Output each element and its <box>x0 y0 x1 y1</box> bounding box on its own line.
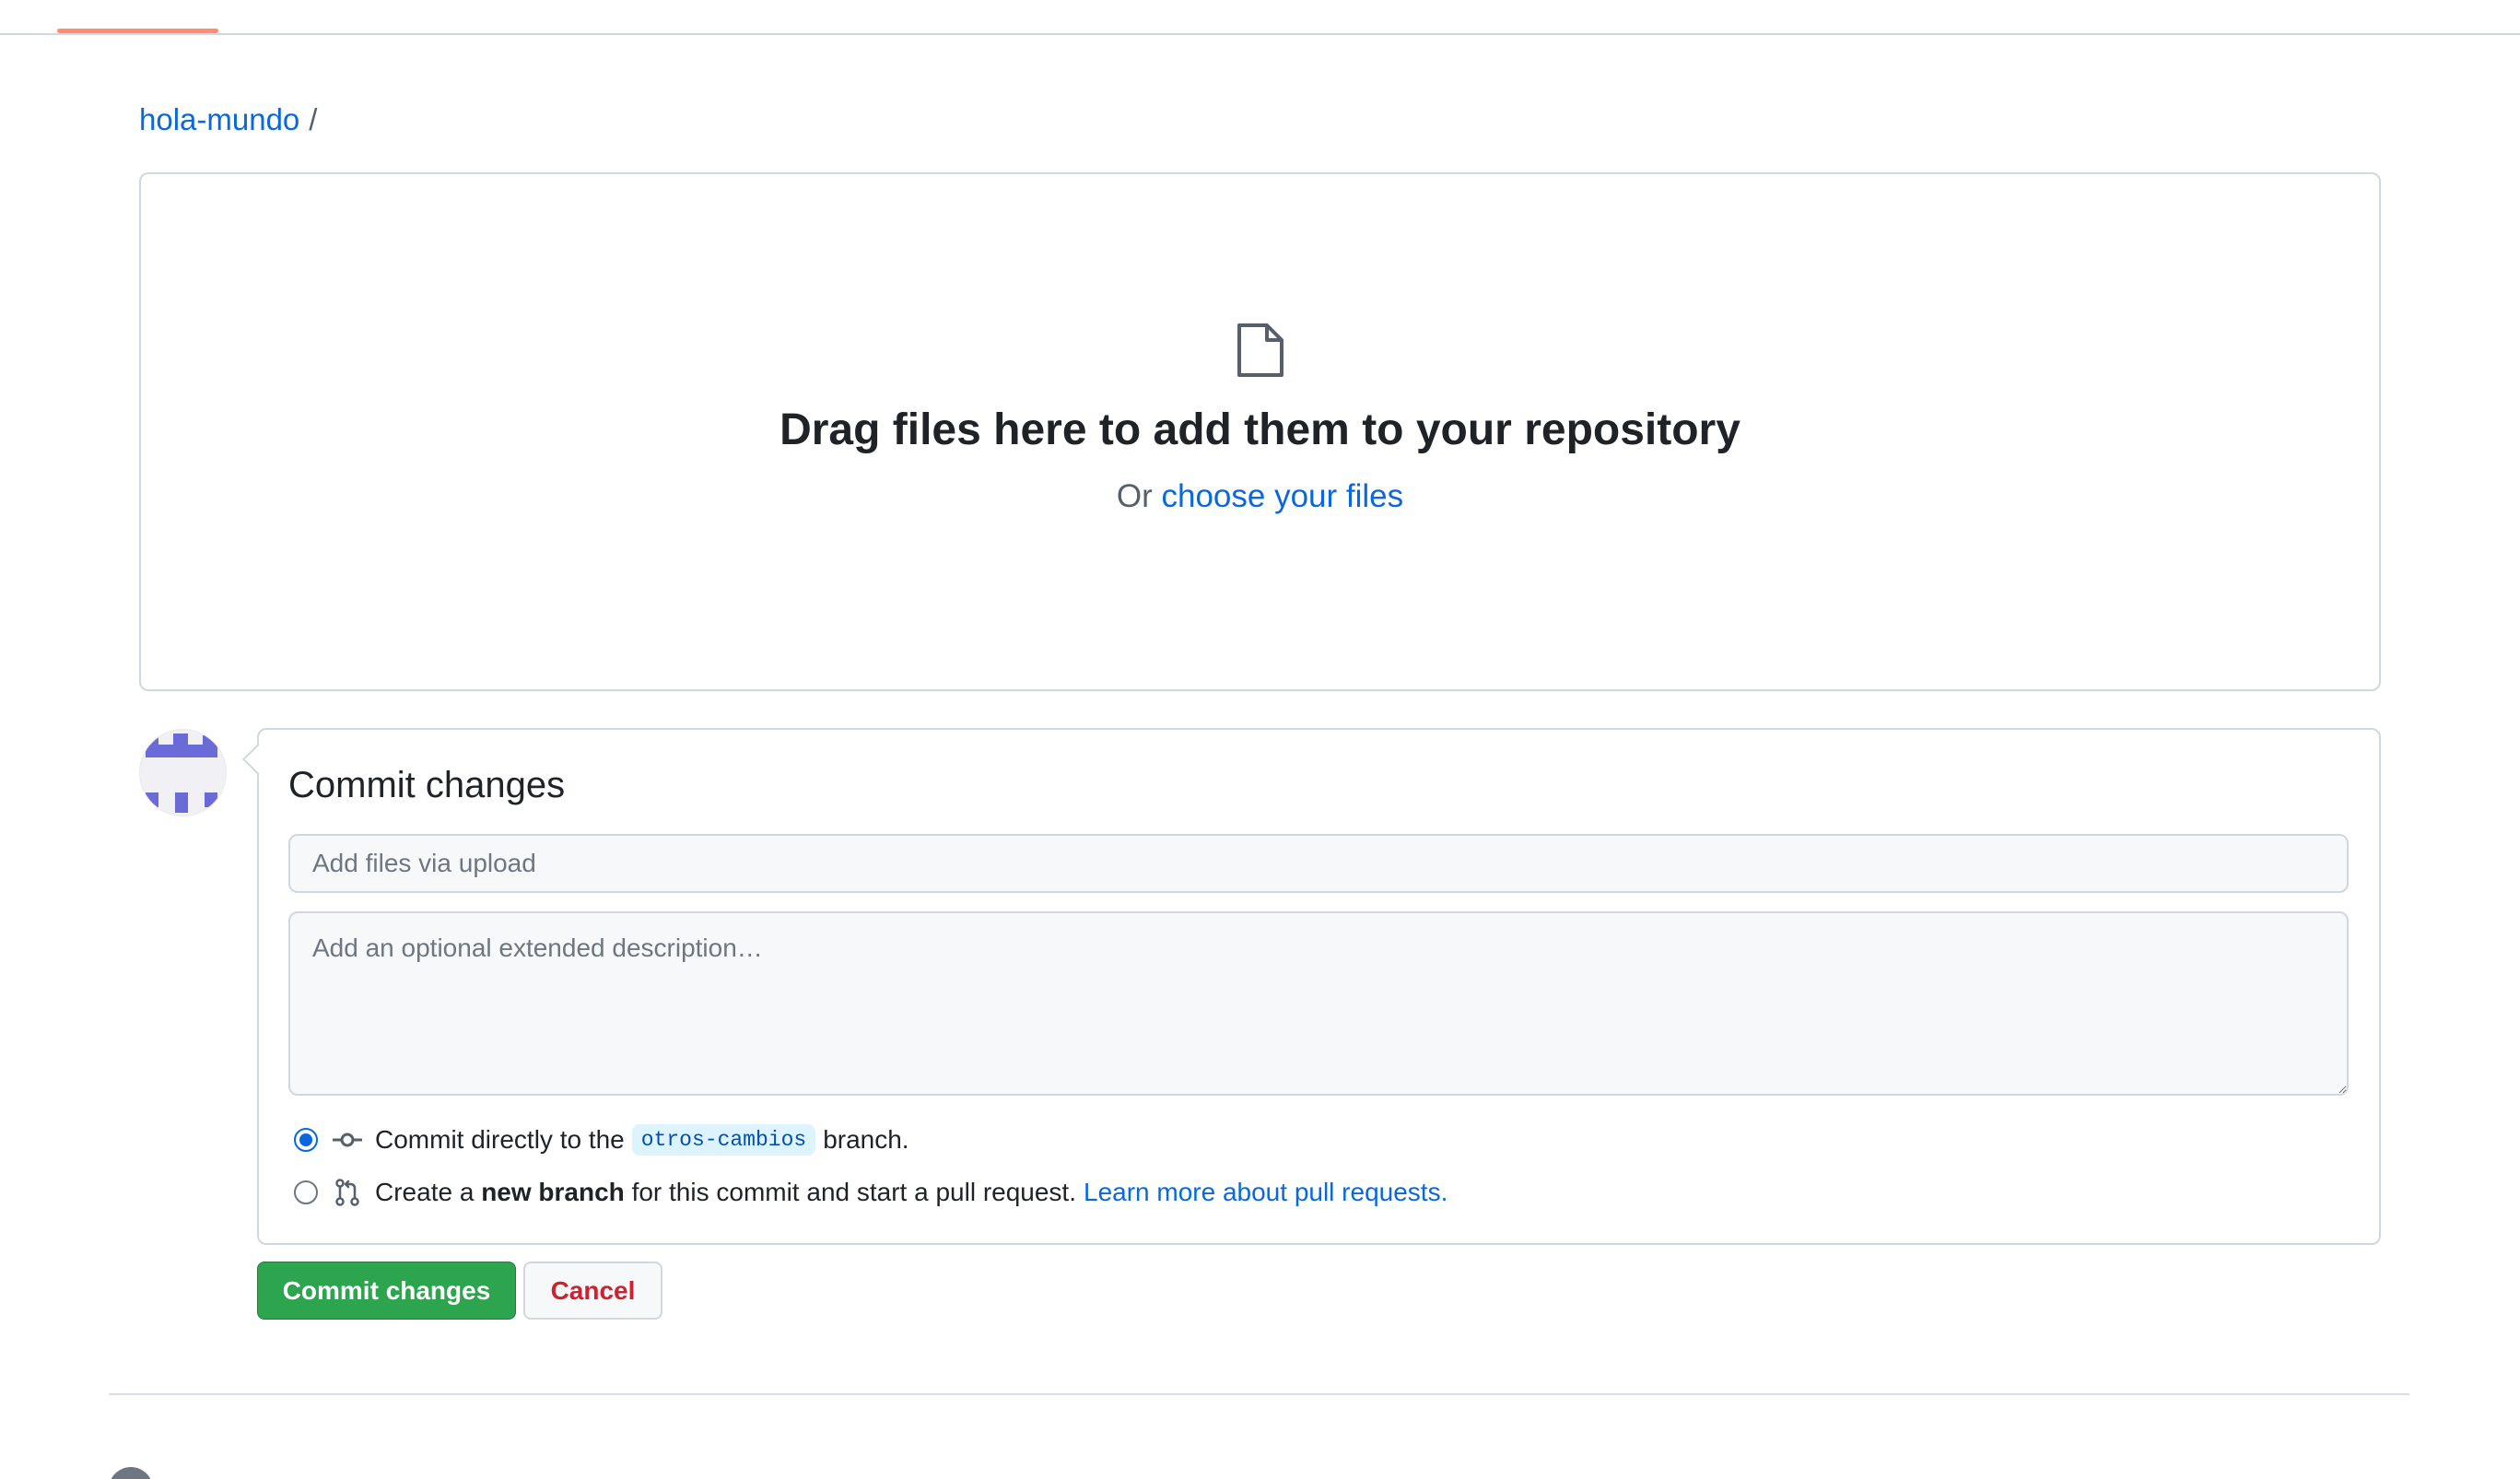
breadcrumb: hola-mundo / <box>139 98 317 142</box>
cancel-button[interactable]: Cancel <box>523 1262 662 1320</box>
drop-zone-subtitle: Or choose your files <box>141 478 2379 515</box>
repo-top-nav <box>0 0 2520 35</box>
commit-direct-radio[interactable] <box>294 1128 318 1152</box>
file-drop-zone[interactable]: Drag files here to add them to your repo… <box>139 172 2381 691</box>
breadcrumb-repo-link[interactable]: hola-mundo <box>139 98 299 142</box>
avatar[interactable] <box>139 729 227 816</box>
commit-direct-option[interactable]: Commit directly to the otros-cambios bra… <box>294 1124 909 1156</box>
learn-more-pull-requests-link[interactable]: Learn more about pull requests. <box>1084 1178 1448 1207</box>
file-icon <box>1237 323 1283 377</box>
active-tab-indicator <box>57 29 218 33</box>
github-logo-icon[interactable] <box>109 1467 153 1479</box>
commit-direct-suffix: branch. <box>823 1125 909 1154</box>
new-branch-prefix: Create a <box>375 1178 475 1206</box>
new-branch-radio[interactable] <box>294 1180 318 1204</box>
git-pull-request-icon <box>335 1179 359 1206</box>
identicon-image <box>146 734 217 813</box>
drop-zone-prefix: Or <box>1116 478 1153 514</box>
new-branch-option[interactable]: Create a new branch for this commit and … <box>294 1178 1448 1207</box>
commit-description-textarea[interactable] <box>288 911 2349 1096</box>
choose-files-link[interactable]: choose your files <box>1161 478 1403 514</box>
commit-summary-input[interactable] <box>288 834 2349 893</box>
branch-name-badge: otros-cambios <box>631 1124 816 1156</box>
git-commit-icon <box>333 1133 362 1147</box>
commit-form-title: Commit changes <box>288 765 566 805</box>
new-branch-bold: new branch <box>481 1178 625 1206</box>
breadcrumb-separator: / <box>309 102 318 136</box>
commit-changes-button[interactable]: Commit changes <box>257 1262 516 1320</box>
drop-zone-title: Drag files here to add them to your repo… <box>779 405 1741 454</box>
commit-direct-prefix: Commit directly to the <box>375 1125 625 1154</box>
commit-form: Commit changes Commit directly to the ot… <box>257 728 2381 1245</box>
footer-divider <box>109 1393 2409 1395</box>
new-branch-suffix: for this commit and start a pull request… <box>631 1178 1076 1206</box>
